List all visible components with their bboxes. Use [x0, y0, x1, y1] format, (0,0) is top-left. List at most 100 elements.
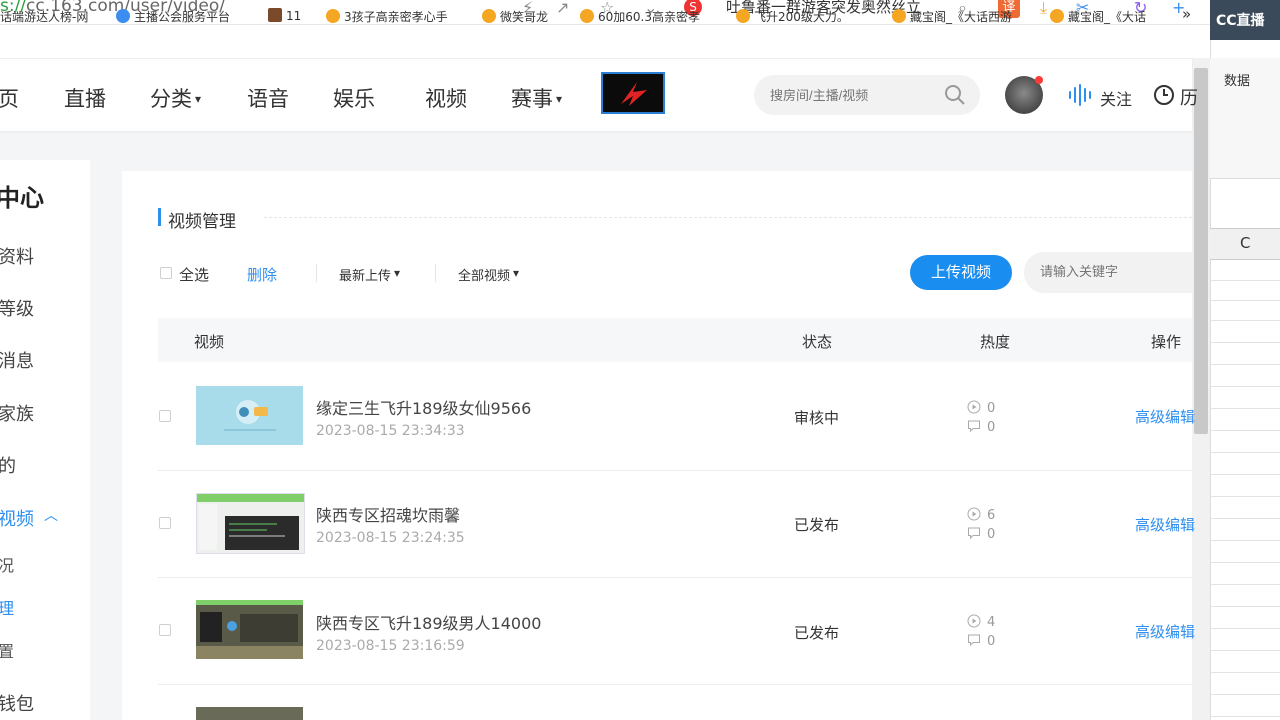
grid-line	[1210, 320, 1280, 321]
scrollbar-thumb[interactable]	[1194, 68, 1208, 434]
chevron-down-icon: ▾	[513, 266, 520, 280]
sidebar-item-video[interactable]: 视频	[0, 505, 34, 531]
keyword-search-input[interactable]	[1040, 264, 1180, 279]
game-promo-logo[interactable]	[601, 72, 665, 114]
grid-line	[1210, 386, 1280, 387]
grid-line	[1210, 496, 1280, 497]
toolbar-divider	[435, 264, 436, 282]
grid-line	[1210, 562, 1280, 563]
grid-line	[1210, 694, 1280, 695]
delete-button[interactable]: 删除	[247, 264, 277, 285]
chevron-up-icon[interactable]: ︿	[44, 505, 58, 525]
ribbon-tab-data[interactable]: 数据	[1224, 70, 1250, 89]
bookmark-item[interactable]: 话端游达人榜-网	[0, 8, 88, 25]
row-checkbox[interactable]	[159, 517, 171, 529]
select-all-checkbox[interactable]	[160, 267, 172, 279]
sidebar-item-wallet[interactable]: 钱包	[0, 690, 34, 716]
bookmark-item[interactable]: 飞升200级大力。	[736, 8, 849, 25]
video-thumbnail[interactable]	[196, 707, 303, 720]
row-divider	[158, 684, 1192, 685]
bookmark-item[interactable]: 藏宝阁_《大话	[1050, 8, 1146, 25]
nav-live[interactable]: 直播	[64, 83, 106, 113]
download-icon[interactable]: ⤓	[1040, 0, 1047, 18]
follow-link[interactable]: 关注	[1100, 86, 1132, 110]
filter-dropdown[interactable]: 全部视频 ▾	[458, 265, 519, 284]
column-header-status: 状态	[802, 333, 833, 351]
video-thumbnail[interactable]	[196, 600, 303, 659]
row-checkbox[interactable]	[159, 410, 171, 422]
grid-line	[1210, 452, 1280, 453]
page-title: 视频管理	[168, 212, 236, 232]
video-title[interactable]: 陕西专区招魂坎雨馨	[316, 502, 460, 526]
sidebar-item-family[interactable]: 家族	[0, 400, 34, 426]
chevron-down-icon: ▾	[556, 92, 563, 106]
upload-video-button[interactable]: 上传视频	[910, 255, 1012, 290]
table-header	[158, 318, 1192, 362]
site-search-input[interactable]	[770, 88, 930, 103]
grid-line	[1210, 280, 1280, 281]
row-checkbox[interactable]	[159, 624, 171, 636]
more-bookmarks-button[interactable]: »	[1182, 5, 1191, 23]
column-header-popularity: 热度	[980, 333, 1011, 351]
comment-count: 0	[967, 419, 995, 435]
play-icon	[967, 400, 981, 414]
advanced-edit-link[interactable]: 高级编辑	[1135, 514, 1195, 535]
play-count: 0	[967, 400, 995, 416]
chevron-down-icon: ▾	[394, 266, 401, 280]
grid-line	[1210, 430, 1280, 431]
bookmark-item[interactable]: 藏宝阁_《大话西游	[892, 8, 1012, 25]
video-thumbnail[interactable]	[196, 386, 303, 445]
comment-count: 0	[967, 526, 995, 542]
comment-count: 0	[967, 633, 995, 649]
clock-icon[interactable]	[1153, 84, 1175, 110]
comment-icon	[968, 527, 980, 540]
select-all-label[interactable]: 全选	[179, 264, 209, 285]
grid-line	[1210, 716, 1280, 717]
video-title[interactable]: 陕西专区飞升189级男人14000	[316, 610, 541, 634]
grid-line	[1210, 672, 1280, 673]
nav-voice[interactable]: 语音	[247, 83, 289, 113]
grid-line	[1210, 540, 1280, 541]
video-date: 2023-08-15 23:16:59	[316, 638, 465, 654]
video-thumbnail[interactable]	[196, 493, 305, 554]
bookmark-item[interactable]: 60加60.3高亲密孝	[580, 8, 700, 25]
grid-line	[1210, 606, 1280, 607]
sidebar-item-profile[interactable]: 资料	[0, 243, 34, 269]
cc-logo: CC直播	[1216, 13, 1265, 29]
search-icon[interactable]	[944, 84, 966, 110]
sidebar-title: 中心	[0, 184, 44, 212]
play-icon	[967, 614, 981, 628]
chevron-down-icon: ▾	[195, 92, 202, 106]
column-header-actions: 操作	[1151, 333, 1182, 351]
advanced-edit-link[interactable]: 高级编辑	[1135, 621, 1195, 642]
sidebar-sub-settings[interactable]: 置	[0, 638, 14, 662]
grid-line	[1210, 584, 1280, 585]
sidebar-item-mine[interactable]: 的	[0, 452, 16, 478]
sidebar-item-messages[interactable]: 消息	[0, 347, 34, 373]
nav-video[interactable]: 视频	[425, 83, 467, 113]
nav-events[interactable]: 赛事 ▾	[511, 83, 562, 113]
sort-dropdown[interactable]: 最新上传 ▾	[339, 265, 400, 284]
column-c-label[interactable]: C	[1240, 234, 1250, 252]
nav-entertainment[interactable]: 娱乐	[333, 83, 375, 113]
advanced-edit-link[interactable]: 高级编辑	[1135, 406, 1195, 427]
play-count: 6	[967, 507, 995, 523]
bookmark-item[interactable]: 主播公会服务平台	[116, 8, 230, 25]
sidebar-item-level[interactable]: 等级	[0, 295, 34, 321]
bookmark-item[interactable]: 微笑哥龙	[482, 8, 548, 25]
video-status: 审核中	[794, 409, 840, 427]
nav-home[interactable]: 页	[0, 83, 19, 113]
row-divider	[158, 470, 1192, 471]
sidebar-sub-manage[interactable]: 理	[0, 595, 14, 619]
share-icon[interactable]: ↗	[556, 0, 569, 17]
bookmark-item[interactable]: 3孩子高亲密孝心手	[326, 8, 448, 25]
sidebar-sub-overview[interactable]: 况	[0, 552, 14, 576]
bookmarks-bar	[0, 25, 1210, 59]
toolbar-divider	[316, 264, 317, 282]
column-header-video: 视频	[194, 333, 225, 351]
bookmark-item[interactable]: 11	[268, 8, 301, 23]
video-title[interactable]: 缘定三生飞升189级女仙9566	[316, 395, 531, 419]
history-link[interactable]: 历	[1180, 84, 1198, 110]
comment-icon	[968, 634, 980, 647]
nav-category[interactable]: 分类 ▾	[150, 83, 201, 113]
